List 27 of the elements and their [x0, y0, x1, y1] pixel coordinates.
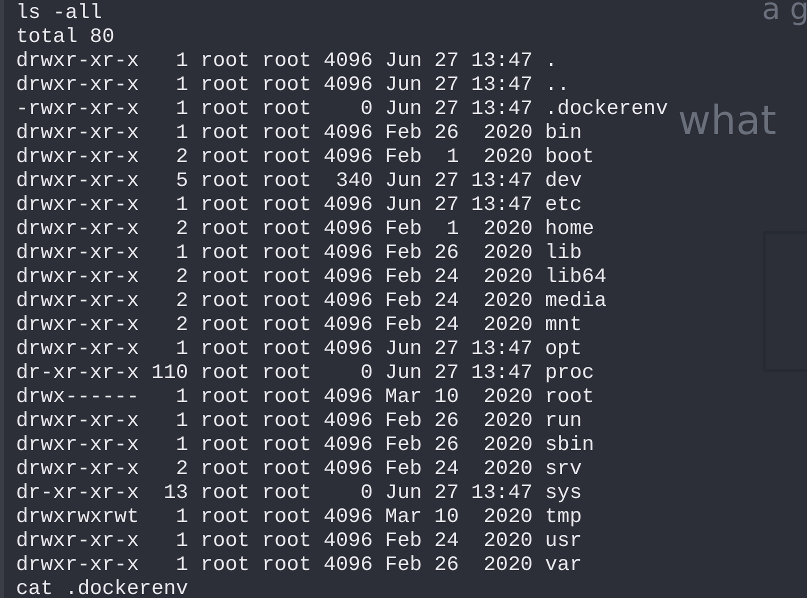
terminal-line: cat .dockerenv: [16, 578, 188, 598]
terminal-line: ls -all: [16, 2, 102, 26]
terminal-line: -rwxr-xr-x 1 root root 0 Jun 27 13:47 .dockerenv: [16, 98, 668, 122]
terminal-line: drwxr-xr-x 2 root root 4096 Feb 24 2020 srv: [16, 458, 582, 482]
terminal-line: drwxr-xr-x 2 root root 4096 Feb 24 2020 mnt: [16, 314, 582, 338]
terminal-line: drwx------ 1 root root 4096 Mar 10 2020 root: [16, 386, 594, 410]
terminal-line: drwxr-xr-x 1 root root 4096 Feb 26 2020 var: [16, 554, 582, 578]
terminal-line: drwxr-xr-x 1 root root 4096 Jun 27 13:47 .: [16, 50, 558, 74]
terminal-line: drwxrwxrwt 1 root root 4096 Mar 10 2020 tmp: [16, 506, 582, 530]
terminal-line: total 80: [16, 26, 114, 50]
terminal-line: drwxr-xr-x 1 root root 4096 Jun 27 13:47 etc: [16, 194, 582, 218]
terminal-line: drwxr-xr-x 2 root root 4096 Feb 24 2020 media: [16, 290, 606, 314]
terminal-line: drwxr-xr-x 1 root root 4096 Feb 26 2020 run: [16, 410, 582, 434]
terminal-line: drwxr-xr-x 2 root root 4096 Feb 1 2020 boot: [16, 146, 594, 170]
terminal-line: drwxr-xr-x 1 root root 4096 Feb 24 2020 usr: [16, 530, 582, 554]
sketch-text: a g: [762, 0, 807, 27]
terminal-line: drwxr-xr-x 2 root root 4096 Feb 24 2020 lib64: [16, 266, 606, 290]
terminal-line: drwxr-xr-x 1 root root 4096 Feb 26 2020 sbin: [16, 434, 594, 458]
terminal-line: drwxr-xr-x 1 root root 4096 Jun 27 13:47 ..: [16, 74, 570, 98]
terminal-line: dr-xr-xr-x 110 root root 0 Jun 27 13:47 proc: [16, 362, 594, 386]
terminal-line: drwxr-xr-x 1 root root 4096 Feb 26 2020 lib: [16, 242, 582, 266]
terminal-line: drwxr-xr-x 5 root root 340 Jun 27 13:47 dev: [16, 170, 582, 194]
terminal-line: drwxr-xr-x 1 root root 4096 Feb 26 2020 bin: [16, 122, 582, 146]
terminal-line: dr-xr-xr-x 13 root root 0 Jun 27 13:47 sys: [16, 482, 582, 506]
sketch-text: what: [678, 98, 776, 144]
terminal-line: drwxr-xr-x 1 root root 4096 Jun 27 13:47 opt: [16, 338, 582, 362]
terminal-line: drwxr-xr-x 2 root root 4096 Feb 1 2020 home: [16, 218, 594, 242]
